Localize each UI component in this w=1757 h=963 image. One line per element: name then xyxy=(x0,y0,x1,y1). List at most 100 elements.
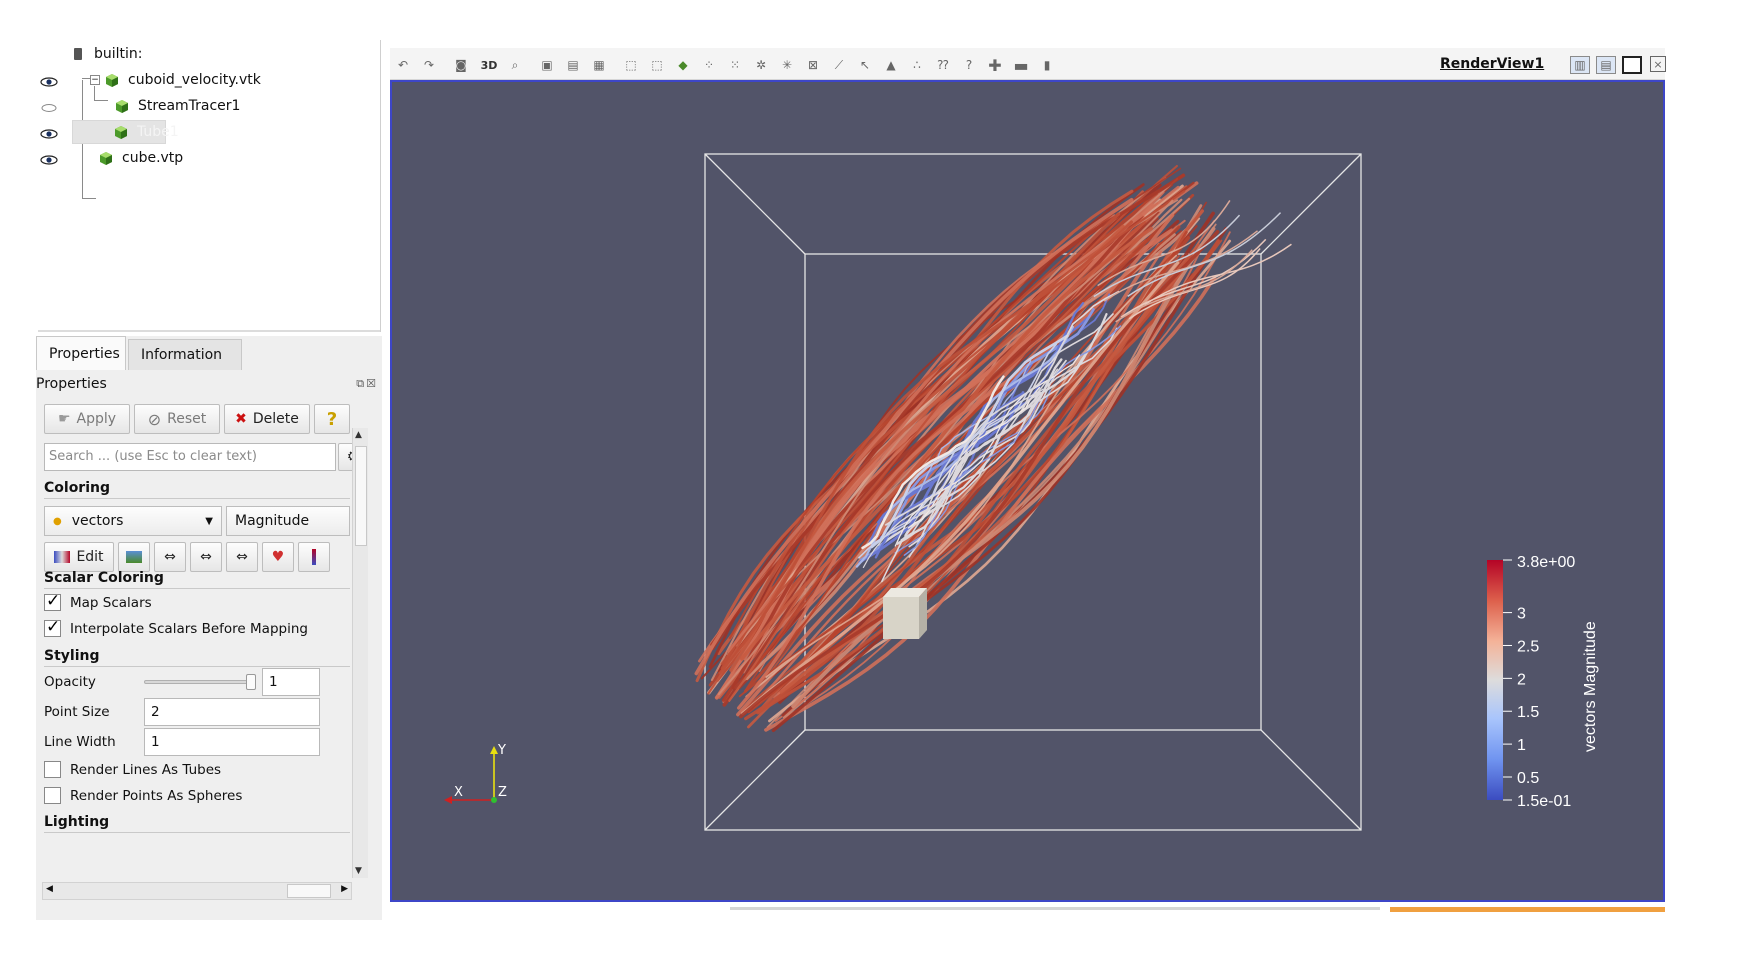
choose-preset-icon[interactable] xyxy=(118,542,150,572)
delete-button[interactable]: ✖ Delete xyxy=(224,404,310,434)
color-array-select[interactable]: ● vectors ▼ xyxy=(44,506,222,536)
line-width-field[interactable]: 1 xyxy=(144,728,320,756)
server-icon xyxy=(74,48,82,60)
reset-icon: ⊘ xyxy=(147,409,162,429)
visibility-eye-icon[interactable] xyxy=(40,129,58,139)
point-size-field[interactable]: 2 xyxy=(144,698,320,726)
colorbar-tick-label: 2 xyxy=(1517,671,1526,688)
scroll-left-arrow[interactable]: ◀ xyxy=(46,884,53,894)
camera-undo-icon[interactable]: ↶ xyxy=(394,56,412,74)
colorbar-tick-label: 1.5 xyxy=(1517,704,1539,721)
axis-y-label: Y xyxy=(497,743,506,758)
section-coloring: Coloring xyxy=(44,480,111,496)
colorbar-tick-label: 1 xyxy=(1517,737,1526,754)
visibility-eye-icon[interactable] xyxy=(40,77,58,87)
scroll-right-arrow[interactable]: ▶ xyxy=(341,884,348,894)
pipeline-item-streamtracer[interactable]: StreamTracer1 xyxy=(114,94,240,118)
shrink-selection-icon[interactable]: ✳ xyxy=(778,56,796,74)
toggle-color-legend-icon[interactable] xyxy=(298,542,330,572)
select-points-icon[interactable]: ▤ xyxy=(564,56,582,74)
scene-canvas: Y X Z 3 2.5 2 1.5 1 0.5 3.8e+00 1.5e-01 vecto… xyxy=(444,153,1599,831)
checkbox-unchecked[interactable] xyxy=(44,787,61,804)
slider-handle[interactable] xyxy=(246,674,256,690)
scroll-down-arrow[interactable]: ▼ xyxy=(355,866,362,876)
help-button[interactable]: ? xyxy=(314,404,350,434)
split-horizontal-icon[interactable]: ▥ xyxy=(1570,56,1590,74)
horizontal-scrollbar[interactable]: ◀ ▶ xyxy=(42,882,352,900)
interpolate-scalars-checkbox[interactable]: Interpolate Scalars Before Mapping xyxy=(44,617,308,637)
render-view-name: RenderView1 xyxy=(1440,56,1545,72)
edit-colormap-button[interactable]: Edit xyxy=(44,542,114,572)
axis-z-label: Z xyxy=(498,785,507,800)
maximize-view-icon[interactable] xyxy=(1622,56,1642,74)
hover-points-icon[interactable]: ⁘ xyxy=(700,56,718,74)
render-points-as-spheres-checkbox[interactable]: Render Points As Spheres xyxy=(44,787,242,804)
dataset-cube-icon xyxy=(114,99,130,114)
panel-float-close-icons[interactable]: ⧉☒ xyxy=(356,377,378,391)
section-scalar-coloring: Scalar Coloring xyxy=(44,570,164,586)
split-vertical-icon[interactable]: ▤ xyxy=(1596,56,1616,74)
pipeline-item-cube-vtp[interactable]: cube.vtp xyxy=(98,146,183,170)
search-input[interactable]: Search ... (use Esc to clear text) xyxy=(44,443,336,471)
map-scalars-checkbox[interactable]: Map Scalars xyxy=(44,591,152,611)
opacity-field[interactable]: 1 xyxy=(262,668,320,696)
scrollbar-thumb[interactable] xyxy=(355,446,367,546)
select-frustum-icon[interactable]: ▦ xyxy=(590,56,608,74)
visibility-hidden-icon[interactable] xyxy=(40,103,58,113)
checkbox-unchecked[interactable] xyxy=(44,761,61,778)
pipeline-browser: builtin: − cuboid_velocity.vtk StreamTra… xyxy=(38,40,380,330)
pipeline-item-cuboid-velocity[interactable]: − cuboid_velocity.vtk xyxy=(90,68,261,92)
panel-title: Properties xyxy=(36,376,107,392)
checkbox-checked[interactable] xyxy=(44,591,61,611)
add-selection-icon[interactable]: ✚ xyxy=(986,56,1004,75)
pipeline-item-tube-selected[interactable]: Tube1 xyxy=(72,120,179,144)
apply-button[interactable]: ☛ Apply xyxy=(44,404,130,434)
query-points-icon[interactable]: ⁇ xyxy=(934,56,952,74)
rescale-data-range-icon[interactable]: ⇔ xyxy=(154,542,186,572)
scrollbar-thumb[interactable] xyxy=(287,884,331,898)
select-points-on-icon[interactable]: ⬚ xyxy=(648,56,666,74)
streamline-tubes xyxy=(694,164,1292,733)
camera-redo-icon[interactable]: ↷ xyxy=(420,56,438,74)
opacity-slider[interactable] xyxy=(144,674,256,690)
colorbar-max-label: 3.8e+00 xyxy=(1517,554,1575,571)
rescale-visible-range-icon[interactable]: ♥ xyxy=(262,542,294,572)
rescale-custom-range-icon[interactable]: ⇔ xyxy=(190,542,222,572)
render-viewport[interactable]: Y X Z 3 2.5 2 1.5 1 0.5 3.8e+00 1.5e-01 vecto… xyxy=(390,80,1665,902)
query-cells-icon[interactable]: ? xyxy=(960,56,978,74)
scroll-up-arrow[interactable]: ▲ xyxy=(355,430,362,440)
select-block-icon[interactable]: ⬚ xyxy=(622,56,640,74)
section-divider xyxy=(44,588,350,589)
tree-connector xyxy=(94,100,108,101)
checkbox-checked[interactable] xyxy=(44,617,61,637)
show-center-icon[interactable]: ▲ xyxy=(882,56,900,74)
subtract-selection-icon[interactable]: ▬ xyxy=(1012,56,1030,75)
pick-center-icon[interactable]: ↖ xyxy=(856,56,874,74)
grow-selection-icon[interactable]: ✲ xyxy=(752,56,770,74)
interactive-select-icon[interactable]: ◆ xyxy=(674,56,692,74)
clear-selection-icon[interactable]: ⊠ xyxy=(804,56,822,74)
render-lines-as-tubes-checkbox[interactable]: Render Lines As Tubes xyxy=(44,761,221,778)
hover-cells-icon[interactable]: ⁙ xyxy=(726,56,744,74)
zoom-to-data-icon[interactable]: ⌕ xyxy=(506,56,524,74)
close-view-icon[interactable]: × xyxy=(1650,56,1666,72)
tab-properties[interactable]: Properties xyxy=(36,336,126,370)
point-select-icon[interactable]: ∴ xyxy=(908,56,926,74)
reset-button[interactable]: ⊘ Reset xyxy=(134,404,220,434)
select-cells-icon[interactable]: ▣ xyxy=(538,56,556,74)
color-component-select[interactable]: Magnitude xyxy=(226,506,350,536)
panel-splitter[interactable] xyxy=(38,330,380,332)
vertical-scrollbar[interactable]: ▲ ▼ xyxy=(352,428,368,878)
collapse-icon[interactable]: − xyxy=(90,75,100,85)
ruler-icon[interactable]: ⟋ xyxy=(830,56,848,74)
dataset-cube-icon xyxy=(113,125,129,140)
tab-information[interactable]: Information xyxy=(128,339,242,370)
rescale-temporal-range-icon[interactable]: ⇔ xyxy=(226,542,258,572)
colorbar-tick-label: 3 xyxy=(1517,606,1526,623)
visibility-eye-icon[interactable] xyxy=(40,155,58,165)
pipeline-item-builtin[interactable]: builtin: xyxy=(74,42,143,66)
toggle-3d-button[interactable]: 3D xyxy=(480,56,498,74)
screenshot-icon[interactable]: ◙ xyxy=(452,56,470,74)
section-lighting: Lighting xyxy=(44,814,110,830)
trash-icon[interactable]: ▮ xyxy=(1038,56,1056,74)
